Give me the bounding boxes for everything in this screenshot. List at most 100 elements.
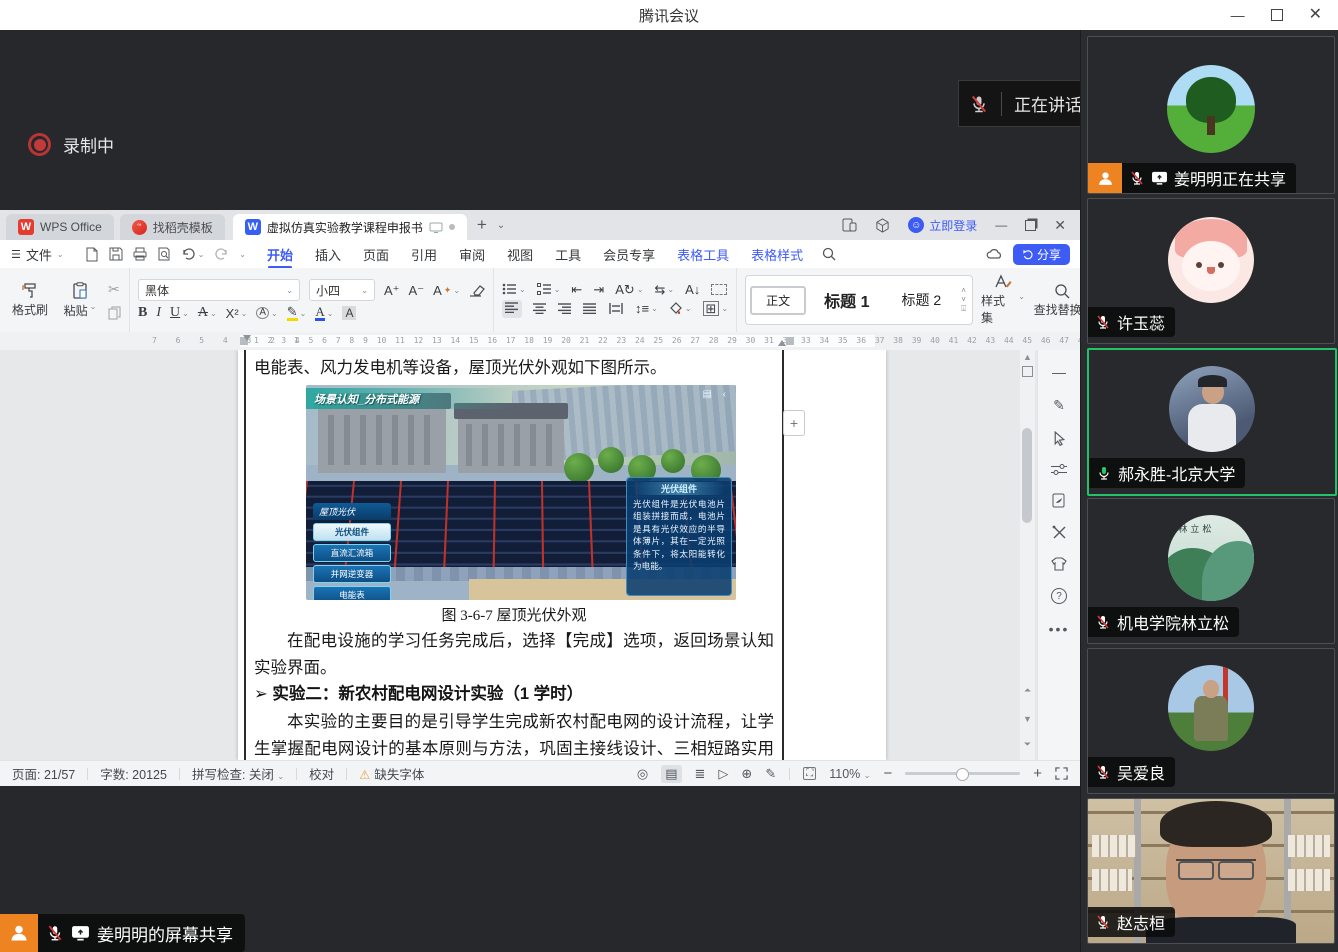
eye-protect-icon[interactable]: ◎ xyxy=(637,766,648,782)
help-icon[interactable]: ? xyxy=(1051,588,1067,604)
participant-tile-3[interactable]: 郝永胜-北京大学 xyxy=(1087,348,1337,496)
scroll-up-icon[interactable]: ▲ xyxy=(1023,352,1032,362)
zoom-out-icon[interactable]: − xyxy=(883,765,892,782)
decrease-indent-icon[interactable]: ⇤ xyxy=(571,283,582,296)
ink-icon[interactable]: ✎ xyxy=(765,766,776,782)
menu-home[interactable]: 开始 xyxy=(256,245,304,264)
tab-docer-template[interactable]: ᷑ 找稻壳模板 xyxy=(120,214,225,240)
menu-view[interactable]: 视图 xyxy=(496,245,544,264)
tab-document[interactable]: W 虚拟仿真实验教学课程申报书 xyxy=(233,214,467,240)
quickbar-chevron-icon[interactable]: ⌄ xyxy=(239,250,246,259)
styles-down-icon[interactable]: ˅ xyxy=(961,296,966,304)
save-icon[interactable] xyxy=(109,247,123,261)
ruler-toggle-icon[interactable] xyxy=(1022,366,1033,377)
status-words[interactable]: 字数: 20125 xyxy=(88,764,179,783)
copy-icon[interactable] xyxy=(108,306,121,320)
wps-minimize-icon[interactable]: — xyxy=(995,218,1007,232)
shading-button[interactable]: ⌄ xyxy=(669,302,692,315)
menu-page[interactable]: 页面 xyxy=(352,245,400,264)
minimize-icon[interactable]: — xyxy=(1231,8,1245,22)
sharer-person-icon[interactable] xyxy=(0,914,38,952)
sort-icon[interactable]: A↓ xyxy=(685,283,700,296)
status-missing-font[interactable]: ⚠缺失字体 xyxy=(347,764,436,783)
new-doc-icon[interactable] xyxy=(85,247,99,262)
undo-button[interactable]: ⌄ xyxy=(181,247,205,261)
cloud-icon[interactable] xyxy=(986,248,1003,260)
participant-tile-1[interactable]: 姜明明正在共享 xyxy=(1087,36,1335,194)
tools-icon[interactable] xyxy=(1052,525,1067,540)
shrink-font-button[interactable]: A⁻ xyxy=(409,284,425,297)
search-icon[interactable] xyxy=(822,247,836,261)
numbered-list-button[interactable]: ⌄ xyxy=(537,283,561,295)
more-icon[interactable]: ••• xyxy=(1049,621,1070,637)
italic-button[interactable]: I xyxy=(156,305,161,321)
distribute-icon[interactable] xyxy=(608,303,624,314)
justify-icon[interactable] xyxy=(583,303,597,314)
clear-format-icon[interactable] xyxy=(469,284,485,297)
menu-insert[interactable]: 插入 xyxy=(304,245,352,264)
close-icon[interactable]: ✕ xyxy=(1309,7,1322,23)
style-normal[interactable]: 正文 xyxy=(750,286,806,315)
menu-table-tools[interactable]: 表格工具 xyxy=(666,245,740,264)
bullet-list-button[interactable]: ⌄ xyxy=(502,283,526,295)
web-view-icon[interactable]: ⊕ xyxy=(741,766,752,782)
devices-icon[interactable] xyxy=(842,218,857,232)
wps-close-icon[interactable]: ✕ xyxy=(1054,217,1066,234)
select-cursor-icon[interactable] xyxy=(1052,431,1067,446)
participant-tile-2[interactable]: 许玉蕊 xyxy=(1087,198,1335,344)
table-plus-handle[interactable]: + xyxy=(783,410,805,436)
align-center-icon[interactable] xyxy=(533,303,547,314)
menu-table-style[interactable]: 表格样式 xyxy=(740,245,814,264)
horizontal-ruler[interactable]: 7 6 5 4 3 2 1 1 2 3 4 5 6 7 8 9 10 11 12… xyxy=(0,332,1080,350)
workspace-icon[interactable] xyxy=(875,218,890,233)
table-column-marker2[interactable] xyxy=(786,337,794,345)
next-page-icon[interactable]: ⏷ xyxy=(1024,739,1031,750)
styles-more-icon[interactable]: ⍗ xyxy=(961,305,966,313)
adjust-sliders-icon[interactable] xyxy=(1051,463,1067,476)
scroll-thumb[interactable] xyxy=(1022,428,1032,523)
menu-review[interactable]: 审阅 xyxy=(448,245,496,264)
style-heading2[interactable]: 标题 2 xyxy=(888,286,956,314)
status-proofing[interactable]: 校对 xyxy=(297,764,346,783)
highlight-color-button[interactable]: ✎⌄ xyxy=(287,305,307,321)
print-preview-icon[interactable] xyxy=(157,247,171,261)
table-cell[interactable]: 电能表、风力发电机等设备，屋顶光伏外观如下图所示。 xyxy=(244,350,784,760)
sim-button-meter[interactable]: 电能表 xyxy=(313,586,391,600)
maximize-icon[interactable] xyxy=(1271,9,1283,21)
participant-tile-4[interactable]: 林立松 机电学院林立松 xyxy=(1087,498,1335,644)
wps-restore-icon[interactable] xyxy=(1025,220,1036,231)
borders-button[interactable]: ⊞⌄ xyxy=(703,301,729,316)
sim-button-inverter[interactable]: 并网逆变器 xyxy=(313,565,391,583)
char-shading-button[interactable]: A xyxy=(342,306,356,320)
right-indent-marker[interactable] xyxy=(778,340,786,346)
text-effects-button[interactable]: A✦⌄ xyxy=(433,284,460,297)
zoom-slider[interactable] xyxy=(905,772,1020,775)
bold-button[interactable]: B xyxy=(138,305,147,321)
font-size-select[interactable]: 小四⌄ xyxy=(309,279,375,301)
tab-wps-home[interactable]: W WPS Office xyxy=(6,214,114,240)
participant-tile-6[interactable]: 赵志桓 xyxy=(1087,798,1335,944)
fullscreen-icon[interactable] xyxy=(1055,767,1068,780)
line-spacing-button[interactable]: ↕≡⌄ xyxy=(635,302,658,315)
participant-tile-5[interactable]: 吴爱良 xyxy=(1087,648,1335,794)
fit-page-icon[interactable]: ⛶ xyxy=(803,767,816,780)
format-painter-button[interactable]: 格式刷 xyxy=(8,282,52,318)
align-right-icon[interactable] xyxy=(558,303,572,314)
zoom-value[interactable]: 110% ⌄ xyxy=(829,767,870,781)
style-set-button[interactable]: 样式集⌄ xyxy=(981,274,1025,326)
document-area[interactable]: 电能表、风力发电机等设备，屋顶光伏外观如下图所示。 xyxy=(0,350,1080,760)
menu-member[interactable]: 会员专享 xyxy=(592,245,666,264)
new-tab-icon[interactable]: + xyxy=(477,215,487,235)
cjk-layout-button[interactable]: ⇆⌄ xyxy=(655,283,675,296)
vertical-scrollbar[interactable]: ▲ ⏶ ▼ ⏷ xyxy=(1020,350,1035,760)
align-left-button[interactable] xyxy=(502,300,522,318)
grow-font-button[interactable]: A⁺ xyxy=(384,284,400,297)
collapse-icon[interactable]: — xyxy=(1052,364,1066,380)
menu-reference[interactable]: 引用 xyxy=(400,245,448,264)
sim-button-dc-box[interactable]: 直流汇流箱 xyxy=(313,544,391,562)
tab-list-chevron-icon[interactable]: ⌄ xyxy=(497,220,505,231)
pinyin-guide-button[interactable]: A⌄ xyxy=(256,307,277,319)
share-button[interactable]: 分享 xyxy=(1013,244,1070,265)
edit-pen-icon[interactable]: ✎ xyxy=(1053,397,1065,414)
status-spellcheck[interactable]: 拼写检查: 关闭 ⌄ xyxy=(180,764,296,783)
